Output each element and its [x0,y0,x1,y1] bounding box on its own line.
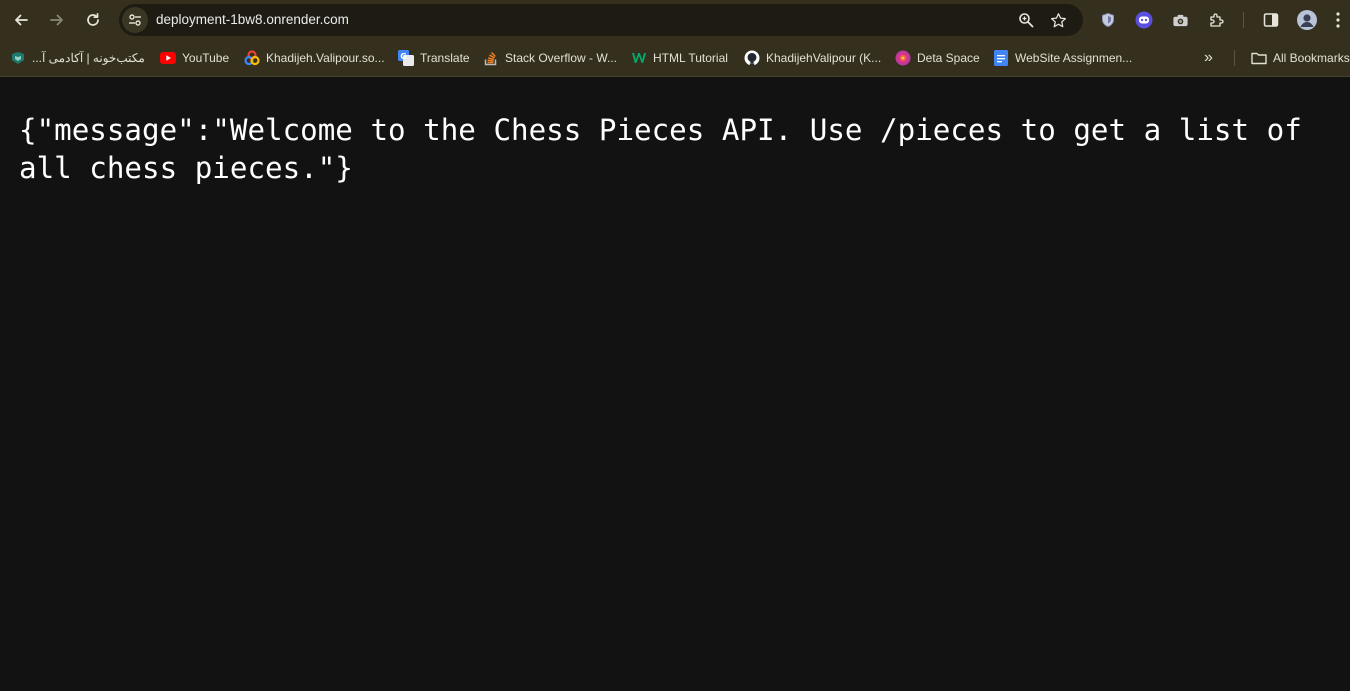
bookmarks-overflow-button[interactable]: » [1204,48,1213,68]
bookmark-website-assignment[interactable]: WebSite Assignmen... [993,48,1132,68]
maktabkhooneh-icon [10,50,26,66]
camera-icon [1172,14,1188,26]
profile-button[interactable] [1297,10,1317,30]
youtube-icon [160,50,176,66]
all-bookmarks-button[interactable]: All Bookmarks [1251,48,1350,68]
arrow-right-icon [50,14,63,26]
kebab-menu-icon [1336,12,1340,28]
extensions-button[interactable] [1207,10,1227,30]
toolbar-divider [1243,12,1244,28]
bookmark-label: WebSite Assignmen... [1015,51,1133,65]
extension-shield-button[interactable] [1098,10,1118,30]
bookmarks-divider [1234,50,1235,66]
bookmark-label: Stack Overflow - W... [505,51,618,65]
reload-icon [87,12,99,26]
google-translate-icon: G [398,50,414,66]
deta-icon [895,50,911,66]
robot-icon [1135,11,1153,29]
side-panel-button[interactable] [1261,10,1281,30]
url-text[interactable]: deployment-1bw8.onrender.com [156,12,349,27]
bookmark-label: Khadijeh.Valipour.so... [266,51,385,65]
back-button[interactable] [7,6,35,34]
browser-toolbar: deployment-1bw8.onrender.com [0,0,1350,40]
bookmark-label: HTML Tutorial [653,51,728,65]
extension-camera-button[interactable] [1170,10,1190,30]
bookmarks-bar: مکتب‌خونه | آکادمی آ... YouTube Khadijeh… [0,40,1350,77]
bookmark-khadijeh-social[interactable]: Khadijeh.Valipour.so... [244,48,385,68]
bookmark-deta-space[interactable]: Deta Space [895,48,980,68]
bookmark-github[interactable]: KhadijehValipour (K... [744,48,881,68]
star-icon [1050,12,1066,27]
bookmark-label: YouTube [182,51,230,65]
avatar [1297,10,1317,30]
page-content: {"message":"Welcome to the Chess Pieces … [0,78,1350,691]
extension-robot-button[interactable] [1134,10,1154,30]
side-panel-icon [1263,13,1279,27]
address-bar[interactable]: deployment-1bw8.onrender.com [119,4,1083,36]
bookmark-stack-overflow[interactable]: Stack Overflow - W... [483,48,617,68]
google-docs-icon [993,50,1009,66]
bookmark-label: KhadijehValipour (K... [766,51,882,65]
colorful-loop-icon [244,50,260,66]
stack-overflow-icon [483,50,499,66]
puzzle-icon [1210,13,1224,27]
all-bookmarks-label: All Bookmarks [1273,51,1350,65]
site-info-button[interactable] [122,7,148,33]
zoom-button[interactable] [1017,11,1035,29]
bookmark-maktabkhooneh[interactable]: مکتب‌خونه | آکادمی آ... [10,48,145,68]
bookmark-label: مکتب‌خونه | آکادمی آ... [32,51,145,65]
reload-button[interactable] [79,6,107,34]
zoom-icon [1019,13,1034,28]
shield-icon [1102,12,1114,28]
w3schools-icon [631,50,647,66]
bookmark-label: Deta Space [917,51,980,65]
tune-icon [129,14,141,26]
forward-button[interactable] [43,6,71,34]
bookmark-star-button[interactable] [1049,11,1067,29]
bookmark-label: Translate [420,51,470,65]
menu-button[interactable] [1332,10,1344,30]
json-response-text: {"message":"Welcome to the Chess Pieces … [19,113,1320,185]
folder-icon [1251,50,1267,66]
bookmark-translate[interactable]: G Translate [398,48,470,68]
github-icon [744,50,760,66]
overflow-chevron: » [1204,49,1213,66]
bookmark-html-tutorial[interactable]: HTML Tutorial [631,48,728,68]
arrow-left-icon [15,14,28,26]
svg-text:G: G [400,52,407,61]
bookmark-youtube[interactable]: YouTube [160,48,229,68]
